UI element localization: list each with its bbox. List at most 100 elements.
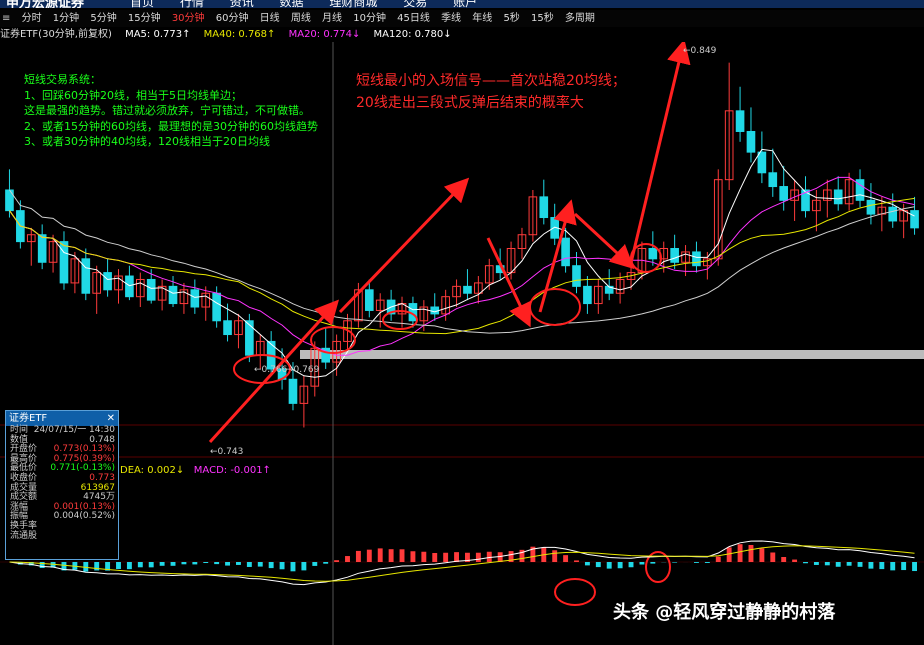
nav-wealth[interactable]: 理财商城 [329, 0, 377, 8]
candle-body [223, 320, 232, 336]
candle-body [768, 172, 778, 188]
nav-home[interactable]: 首页 [130, 0, 154, 8]
candle-body [572, 265, 581, 287]
candle-body [125, 275, 134, 298]
period-tab-5sec[interactable]: 5秒 [503, 10, 519, 27]
note-line-1: 短线交易系统： [24, 73, 101, 86]
macd-panel [9, 540, 918, 586]
period-tab-intraday[interactable]: 分时 [22, 10, 42, 27]
close-icon[interactable]: ✕ [107, 411, 115, 426]
signal-circle [554, 578, 596, 606]
candle-body [888, 206, 898, 222]
note-line-4: 2、或者15分钟的60均线，最理想的是30分钟的60均线趋势 [24, 119, 318, 133]
note-line-2: 1、回踩60分钟20线，相当于5日均线单边； [24, 88, 242, 102]
candle-body [746, 130, 756, 153]
note-line-5: 3、或者30分钟的40均线，120线相当于20日均线 [24, 135, 270, 148]
period-tab-60min[interactable]: 60分钟 [216, 10, 249, 27]
ma-legend: 证券ETF(30分钟,前复权) MA5: 0.773↑ MA40: 0.768↑… [0, 28, 462, 42]
nav-account[interactable]: 账户 [453, 0, 477, 8]
info-panel-title: 证券ETF [9, 413, 48, 424]
period-tab-30min[interactable]: 30分钟 [172, 10, 205, 27]
trend-arrow [628, 42, 691, 268]
source-watermark: 头条 @轻风穿过静静的村落 [613, 602, 836, 623]
diff-line [9, 540, 915, 586]
trend-arrow [338, 177, 470, 314]
candle-body [168, 285, 178, 305]
candle-body [81, 258, 91, 294]
signal-line-1: 短线最小的入场信号——首次站稳20均线； [356, 73, 626, 89]
entry-signal-note: 短线最小的入场信号——首次站稳20均线； 20线走出三段式反弹后结束的概率大 [356, 70, 626, 114]
period-tab-multi[interactable]: 多周期 [565, 10, 595, 27]
candle-body [288, 378, 298, 404]
dea-label: DEA: 0.002↓ [120, 465, 185, 476]
period-tab-1min[interactable]: 1分钟 [53, 10, 79, 27]
candle-body [833, 189, 843, 205]
macd-label: MACD: -0.001↑ [193, 465, 271, 476]
candle-body [866, 199, 876, 215]
candle-body [583, 285, 592, 305]
quote-info-panel[interactable]: 证券ETF ✕ 时间 24/07/15/一 14:30 数值 0.748 开盘价 0.77… [5, 410, 119, 560]
main-nav: 首页 行情 资讯 数据 理财商城 交易 账户 [130, 0, 499, 8]
period-tab-yearly[interactable]: 年线 [472, 10, 492, 27]
candle-body [648, 248, 658, 260]
period-tab-15min[interactable]: 15分钟 [128, 10, 161, 27]
trading-system-note: 短线交易系统： 1、回踩60分钟20线，相当于5日均线单边； 这是最强的趋势。错… [24, 72, 318, 150]
candle-body [779, 186, 789, 201]
candle-body [146, 278, 156, 301]
candle-body [910, 210, 919, 229]
ma120-label: MA120: 0.780↓ [373, 29, 452, 40]
price-label: →0.769 [286, 365, 320, 375]
ma40-line [9, 197, 915, 335]
period-tab-quarterly[interactable]: 季线 [441, 10, 461, 27]
candle-body [692, 251, 701, 267]
signal-line-2: 20线走出三段式反弹后结束的概率大 [356, 95, 584, 111]
period-tab-5min[interactable]: 5分钟 [90, 10, 116, 27]
highlight-band [300, 350, 924, 359]
candle-body [670, 248, 679, 263]
candle-body [463, 285, 472, 294]
info-row-value: 0.004(0.52%) [53, 511, 115, 522]
info-rows: 时间 24/07/15/一 14:30 数值 0.748 开盘价 0.773(0.13%)… [6, 425, 118, 542]
signal-circle [529, 288, 581, 326]
nav-news[interactable]: 资讯 [230, 0, 254, 8]
price-label: ←0.766 [254, 365, 288, 375]
nav-quotes[interactable]: 行情 [180, 0, 204, 8]
info-panel-header[interactable]: 证券ETF ✕ [6, 411, 118, 426]
note-line-3: 这是最强的趋势。错过就必须放弃，宁可错过，不可做错。 [24, 104, 310, 117]
period-toolbar: ≡ 分时 1分钟 5分钟 15分钟 30分钟 60分钟 日线 周线 月线 10分… [0, 10, 924, 27]
macd-legend: DEA: 0.002↓ MACD: -0.001↑ [120, 465, 271, 476]
ma20-label: MA20: 0.774↓ [288, 29, 361, 40]
candle-body [364, 289, 374, 311]
nav-data[interactable]: 数据 [280, 0, 304, 8]
nav-trade[interactable]: 交易 [403, 0, 427, 8]
trend-arrow [573, 212, 635, 270]
candle-body [245, 320, 254, 356]
period-tab-daily[interactable]: 日线 [260, 10, 280, 27]
info-row: 流通股 [6, 530, 118, 542]
candle-body [212, 292, 221, 322]
candle-body [735, 110, 745, 132]
support-band [300, 350, 924, 359]
candle-body [539, 196, 549, 219]
candle-body [757, 151, 767, 174]
ma5-label: MA5: 0.773↑ [125, 29, 191, 40]
top-menu-bar: 申万宏源证券 首页 行情 资讯 数据 理财商城 交易 账户 [0, 0, 924, 8]
chart-title: 证券ETF(30分钟,前复权) [0, 29, 112, 40]
candle-body [190, 289, 200, 308]
period-tab-45day[interactable]: 45日线 [397, 10, 430, 27]
candle-body [103, 272, 112, 291]
info-row-key: 流通股 [10, 530, 38, 541]
high-price-label: ←0.849 [683, 46, 717, 56]
candle-body [59, 241, 69, 284]
ma20-line [9, 176, 915, 356]
period-tab-monthly[interactable]: 月线 [322, 10, 342, 27]
low-price-label: ←0.743 [210, 447, 243, 457]
broker-logo: 申万宏源证券 [6, 0, 85, 8]
period-tab-weekly[interactable]: 周线 [291, 10, 311, 27]
ma120-line [9, 189, 915, 334]
period-tab-15sec[interactable]: 15秒 [531, 10, 554, 27]
period-marker-icon: ≡ [2, 13, 11, 24]
ma40-label: MA40: 0.768↑ [203, 29, 276, 40]
period-tab-10min[interactable]: 10分钟 [353, 10, 386, 27]
dea-line [9, 545, 915, 582]
